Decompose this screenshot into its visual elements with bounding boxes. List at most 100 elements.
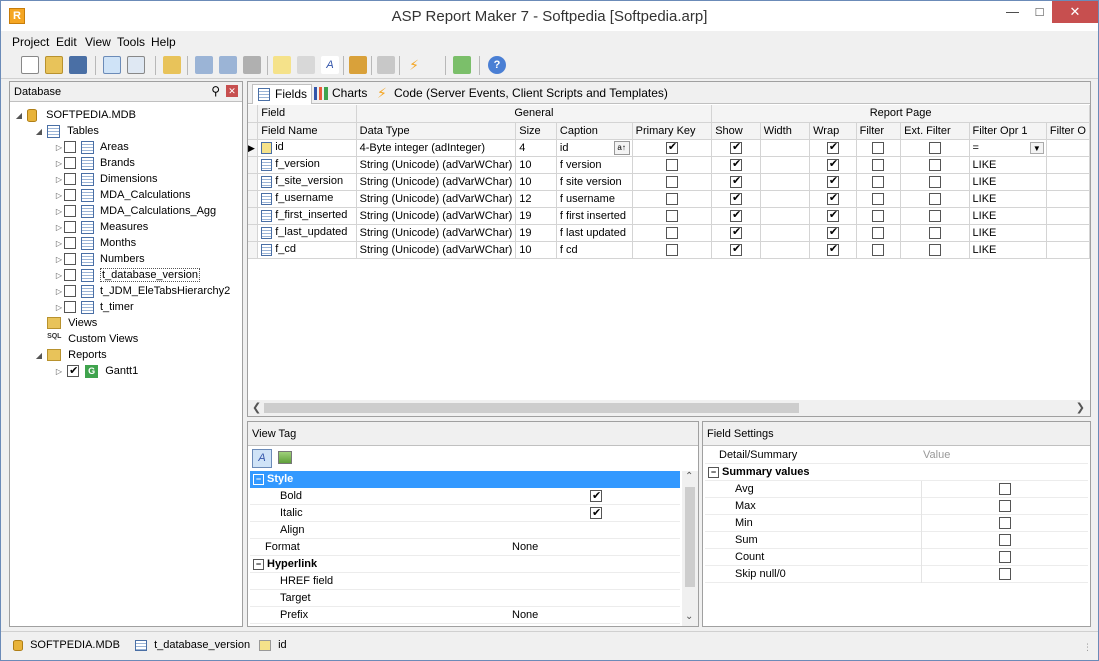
wrap[interactable]: [809, 173, 857, 191]
expand-icon[interactable]: ▷: [54, 364, 64, 380]
cell-size[interactable]: 10: [515, 241, 557, 259]
ext-filter[interactable]: [900, 156, 970, 174]
cell-field-name[interactable]: f_last_updated: [257, 224, 357, 242]
tree-table-item[interactable]: ▷ Areas: [54, 139, 129, 155]
show[interactable]: [711, 139, 761, 157]
column-header[interactable]: Primary Key: [632, 122, 713, 140]
tree-tables[interactable]: ◢ Tables: [34, 123, 99, 139]
ext-filter[interactable]: [900, 190, 970, 208]
expand-icon[interactable]: ▷: [54, 172, 64, 188]
table-row[interactable]: f_username String (Unicode) (adVarWChar) 1…: [248, 190, 1091, 208]
list-icon[interactable]: [219, 56, 237, 74]
menu-help[interactable]: Help: [151, 35, 176, 49]
scroll-left-icon[interactable]: ❮: [252, 401, 261, 414]
summary-item[interactable]: Max: [705, 498, 1088, 515]
table-checkbox[interactable]: [64, 237, 76, 250]
wrap-checkbox[interactable]: [826, 225, 839, 239]
wrap-checkbox[interactable]: [826, 191, 839, 205]
wrap-checkbox[interactable]: [826, 140, 839, 154]
summary-item-checkbox[interactable]: [999, 551, 1011, 563]
horizontal-scrollbar[interactable]: ❮ ❯: [248, 400, 1090, 416]
tree-table-item[interactable]: ▷ Months: [54, 235, 136, 251]
table-checkbox[interactable]: [64, 189, 76, 202]
primary-key-checkbox[interactable]: [665, 175, 678, 188]
cell-width[interactable]: [760, 190, 811, 208]
cell-field-name[interactable]: f_version: [257, 156, 357, 174]
chevron-down-icon[interactable]: ▼: [1029, 141, 1044, 154]
filter[interactable]: [856, 156, 902, 174]
cell-field-name[interactable]: id: [257, 139, 357, 157]
filter[interactable]: [856, 224, 902, 242]
expand-icon[interactable]: ▷: [54, 268, 64, 284]
filter[interactable]: [856, 139, 902, 157]
wrap[interactable]: [809, 139, 857, 157]
expand-icon[interactable]: ▷: [54, 236, 64, 252]
show[interactable]: [711, 241, 761, 259]
table-icon[interactable]: [195, 56, 213, 74]
cell-data-type[interactable]: String (Unicode) (adVarWChar): [356, 156, 517, 174]
wrap[interactable]: [809, 224, 857, 242]
summary-item-checkbox[interactable]: [999, 568, 1011, 580]
cell-width[interactable]: [760, 156, 811, 174]
cell-size[interactable]: 19: [515, 207, 557, 225]
expand-icon[interactable]: ▷: [54, 220, 64, 236]
filter-checkbox[interactable]: [872, 175, 885, 188]
wrap[interactable]: [809, 241, 857, 259]
table-checkbox[interactable]: [64, 253, 76, 266]
column-header[interactable]: Filter Opr 1: [969, 122, 1047, 140]
collapse-icon[interactable]: ◢: [34, 348, 44, 364]
expand-icon[interactable]: ▷: [54, 156, 64, 172]
primary-key[interactable]: [632, 241, 713, 259]
show-checkbox[interactable]: [729, 242, 742, 256]
tree-views[interactable]: Views: [34, 315, 97, 331]
cell-filter-opr-2[interactable]: [1046, 173, 1091, 191]
cell-width[interactable]: [760, 241, 811, 259]
scrollbar-thumb[interactable]: [685, 487, 695, 587]
menu-tools[interactable]: Tools: [117, 35, 145, 49]
wrap[interactable]: [809, 156, 857, 174]
filter[interactable]: [856, 190, 902, 208]
cell-caption[interactable]: id a↑: [556, 139, 633, 157]
row-indicator[interactable]: [248, 207, 259, 225]
cell-data-type[interactable]: String (Unicode) (adVarWChar): [356, 173, 517, 191]
column-header[interactable]: Ext. Filter: [900, 122, 970, 140]
italic-checkbox[interactable]: [590, 505, 602, 522]
tree-view-icon[interactable]: [103, 56, 121, 74]
column-header[interactable]: Data Type: [356, 122, 517, 140]
summary-values-section[interactable]: − Summary values: [705, 464, 1088, 481]
cell-data-type[interactable]: String (Unicode) (adVarWChar): [356, 224, 517, 242]
cell-filter-opr-2[interactable]: [1046, 139, 1091, 157]
row-indicator[interactable]: [248, 156, 259, 174]
vertical-scrollbar[interactable]: ⌃ ⌄: [682, 471, 698, 626]
ext-filter-checkbox[interactable]: [928, 175, 941, 188]
font-format-icon[interactable]: A: [252, 449, 272, 468]
status-table[interactable]: t_database_version: [135, 638, 250, 652]
tree-table-item[interactable]: ▷ Brands: [54, 155, 135, 171]
ext-filter[interactable]: [900, 207, 970, 225]
cell-filter-opr-2[interactable]: [1046, 156, 1091, 174]
ext-filter[interactable]: [900, 139, 970, 157]
prop-target[interactable]: Target: [250, 590, 680, 607]
note-icon[interactable]: [273, 56, 291, 74]
show-checkbox[interactable]: [729, 157, 742, 171]
filter[interactable]: [856, 173, 902, 191]
cell-data-type[interactable]: String (Unicode) (adVarWChar): [356, 241, 517, 259]
cell-filter-opr[interactable]: = ▼: [969, 139, 1047, 157]
column-header[interactable]: Show: [711, 122, 761, 140]
show[interactable]: [711, 224, 761, 242]
tree-root[interactable]: ◢ SOFTPEDIA.MDB: [14, 107, 136, 123]
column-header[interactable]: Filter: [856, 122, 902, 140]
menu-project[interactable]: Project: [12, 35, 49, 49]
cell-filter-opr-2[interactable]: [1046, 224, 1091, 242]
cell-width[interactable]: [760, 224, 811, 242]
primary-key[interactable]: [632, 156, 713, 174]
menu-edit[interactable]: Edit: [56, 35, 77, 49]
summary-item-checkbox[interactable]: [999, 483, 1011, 495]
tab-charts[interactable]: Charts: [310, 84, 371, 104]
primary-key-checkbox[interactable]: [665, 226, 678, 239]
cell-field-name[interactable]: f_site_version: [257, 173, 357, 191]
generate-icon[interactable]: ⚡: [405, 56, 423, 74]
show[interactable]: [711, 190, 761, 208]
column-header[interactable]: Caption: [556, 122, 633, 140]
cell-caption[interactable]: f first inserted: [556, 207, 633, 225]
